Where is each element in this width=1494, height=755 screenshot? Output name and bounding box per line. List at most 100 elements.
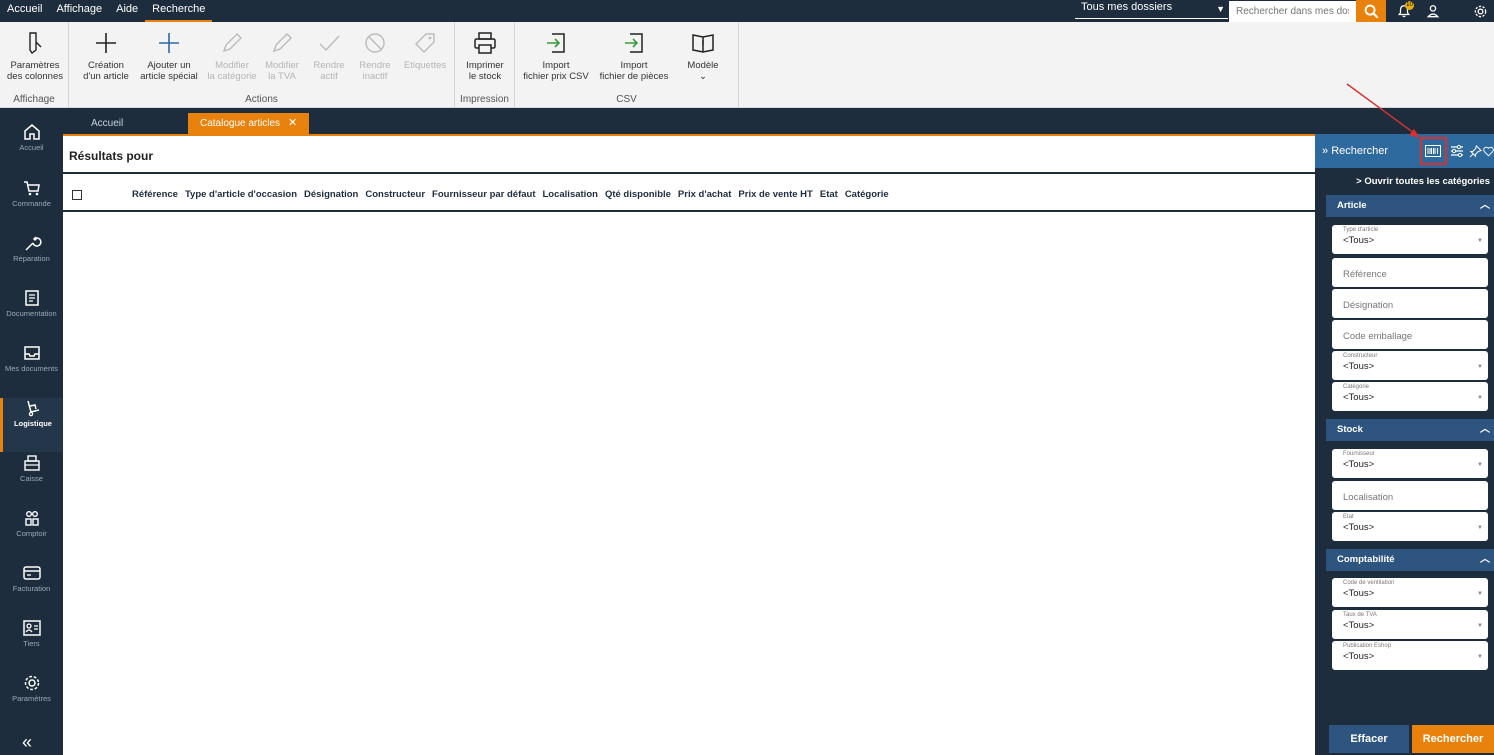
nav-mes-documents[interactable]: Mes documents (0, 343, 63, 397)
field-label: Constructeur (1343, 353, 1378, 359)
section-stock[interactable]: Stock ︿ (1326, 419, 1494, 441)
column-header-qte[interactable]: Qté disponible (605, 189, 671, 200)
search-panel-title[interactable]: » Rechercher (1322, 145, 1388, 157)
modify-vat-label-2: la TVA (268, 71, 296, 82)
template-button[interactable]: Modèle ⌄ (681, 30, 725, 82)
hand-truck-icon (27, 400, 40, 417)
labels-label: Etiquettes (403, 60, 447, 71)
section-comptabilite[interactable]: Comptabilité ︿ (1326, 549, 1494, 571)
nav-facturation[interactable]: Facturation (0, 563, 63, 617)
page-title: Résultats pour (69, 149, 154, 163)
import-price-csv-button[interactable]: Import fichier prix CSV (523, 30, 589, 82)
reference-input[interactable]: Référence (1332, 258, 1488, 287)
caret-down-icon: ▼ (1477, 395, 1483, 401)
column-header-reference[interactable]: Référence (132, 189, 178, 200)
fournisseur-select[interactable]: Fournisseur <Tous> ▼ (1332, 449, 1488, 478)
localisation-input[interactable]: Localisation (1332, 481, 1488, 510)
column-header-fournisseur[interactable]: Fournisseur par défaut (432, 189, 535, 200)
column-header-etat[interactable]: Etat (820, 189, 838, 200)
close-icon[interactable]: ✕ (288, 117, 297, 129)
global-search-input[interactable] (1229, 1, 1356, 22)
make-active-button[interactable]: Rendre actif (309, 30, 349, 82)
folder-select[interactable]: Tous mes dossiers ▼ (1075, 0, 1228, 19)
pin-button[interactable] (1467, 143, 1483, 159)
nav-commande[interactable]: Commande (0, 178, 63, 232)
designation-input[interactable]: Désignation (1332, 289, 1488, 318)
column-header-localisation[interactable]: Localisation (543, 189, 598, 200)
menu-affichage[interactable]: Affichage (49, 0, 109, 22)
open-all-categories-link[interactable]: > Ouvrir toutes les catégories (1356, 176, 1490, 187)
ribbon-group-label: Impression (460, 94, 509, 105)
import-parts-file-label-2: fichier de pièces (599, 71, 669, 82)
nav-caisse[interactable]: Caisse (0, 453, 63, 507)
notifications-button[interactable]: 10 (1391, 0, 1417, 22)
tab-label: Catalogue articles (200, 118, 281, 129)
cart-icon (23, 181, 40, 196)
global-search-button[interactable] (1356, 0, 1386, 22)
gear-icon (1474, 5, 1486, 17)
heart-icon (1483, 146, 1494, 156)
column-settings-icon (4, 30, 66, 56)
user-button[interactable] (1420, 0, 1446, 22)
nav-label: Paramètres (12, 694, 51, 703)
taux-tva-select[interactable]: Taux de TVA <Tous> ▼ (1332, 610, 1488, 639)
type-article-select[interactable]: Type d'article <Tous> ▼ (1332, 225, 1488, 254)
search-button[interactable]: Rechercher (1412, 725, 1494, 753)
column-settings-button[interactable]: Paramètres des colonnes (4, 30, 66, 82)
nav-accueil[interactable]: Accueil (0, 122, 63, 176)
column-header-prix-vente[interactable]: Prix de vente HT (738, 189, 812, 200)
menu-accueil[interactable]: Accueil (0, 0, 49, 22)
section-article[interactable]: Article ︿ (1326, 195, 1494, 217)
pin-icon (1469, 144, 1482, 157)
tab-catalogue-articles[interactable]: Catalogue articles ✕ (188, 113, 310, 134)
plus-icon (137, 30, 201, 56)
nav-comptoir[interactable]: Comptoir (0, 508, 63, 562)
results-area: Résultats pour Référence Type d'article … (63, 134, 1315, 755)
create-article-label-2: d'un article (83, 71, 129, 82)
print-stock-button[interactable]: Imprimer le stock (460, 30, 510, 82)
menu-recherche[interactable]: Recherche (145, 0, 213, 22)
column-header-type[interactable]: Type d'article d'occasion (185, 189, 297, 200)
modify-category-button[interactable]: Modifier la catégorie (206, 30, 258, 82)
nav-documentation[interactable]: Documentation (0, 288, 63, 342)
chevron-up-icon: ︿ (1480, 200, 1490, 211)
print-stock-label-2: le stock (468, 71, 502, 82)
import-parts-file-button[interactable]: Import fichier de pièces (599, 30, 669, 82)
nav-logistique[interactable]: Logistique (0, 398, 63, 452)
caret-down-icon: ▼ (1477, 623, 1483, 629)
labels-button[interactable]: Etiquettes (401, 30, 449, 71)
column-header-designation[interactable]: Désignation (304, 189, 358, 200)
nav-parametres[interactable]: Paramètres (0, 673, 63, 727)
field-label: Publication Eshop (1343, 643, 1392, 649)
publication-eshop-select[interactable]: Publication Eshop <Tous> ▼ (1332, 641, 1488, 670)
etat-select[interactable]: Etat <Tous> ▼ (1332, 512, 1488, 541)
contact-card-icon (22, 620, 41, 636)
nav-reparation[interactable]: Réparation (0, 233, 63, 287)
nav-tiers[interactable]: Tiers (0, 618, 63, 672)
constructeur-select[interactable]: Constructeur <Tous> ▼ (1332, 351, 1488, 380)
filters-button[interactable] (1449, 143, 1465, 159)
clear-button[interactable]: Effacer (1329, 725, 1409, 753)
caret-down-icon: ▼ (1216, 4, 1225, 14)
select-all-checkbox[interactable] (72, 190, 82, 200)
field-value: <Tous> (1343, 522, 1375, 533)
code-emballage-input[interactable]: Code emballage (1332, 320, 1488, 349)
field-value: <Tous> (1343, 620, 1375, 631)
favorite-button[interactable] (1483, 143, 1494, 159)
barcode-button[interactable] (1425, 143, 1441, 159)
categorie-select[interactable]: Catégorie <Tous> ▼ (1332, 382, 1488, 411)
tab-accueil[interactable]: Accueil (79, 113, 135, 134)
make-inactive-button[interactable]: Rendre inactif (355, 30, 395, 82)
column-header-prix-achat[interactable]: Prix d'achat (678, 189, 731, 200)
modify-vat-button[interactable]: Modifier la TVA (262, 30, 302, 82)
column-header-categorie[interactable]: Catégorie (845, 189, 889, 200)
column-header-constructeur[interactable]: Constructeur (365, 189, 425, 200)
code-ventilation-select[interactable]: Code de ventilation <Tous> ▼ (1332, 578, 1488, 607)
collapse-nav-icon[interactable]: « (22, 732, 32, 753)
add-special-article-button[interactable]: Ajouter un article spécial (137, 30, 201, 82)
ribbon-group-actions: Création d'un article Ajouter un article… (69, 22, 455, 108)
forbidden-icon (355, 30, 395, 56)
settings-button[interactable] (1467, 0, 1493, 22)
create-article-button[interactable]: Création d'un article (79, 30, 133, 82)
menu-aide[interactable]: Aide (109, 0, 145, 22)
